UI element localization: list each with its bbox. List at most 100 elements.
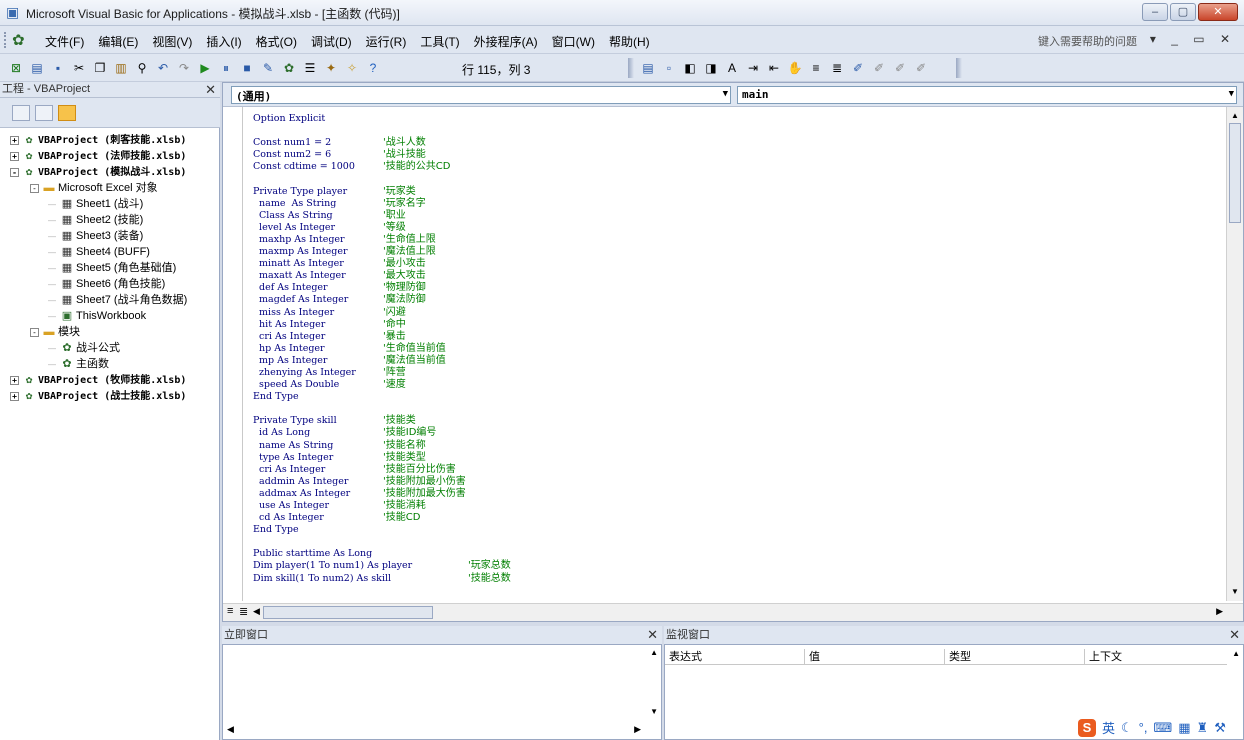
code-line[interactable]: Dim skill(1 To num2) As skill '技能总数 bbox=[253, 573, 1203, 585]
scroll-left-icon[interactable]: ◀ bbox=[253, 606, 260, 617]
copy-icon[interactable]: ❐ bbox=[92, 60, 108, 76]
code-line[interactable] bbox=[253, 536, 1203, 548]
menu-item[interactable]: 工具(T) bbox=[413, 33, 466, 50]
code-line[interactable]: cri As Integer '暴击 bbox=[253, 331, 1203, 343]
menu-item[interactable]: 文件(F) bbox=[38, 33, 91, 50]
code-line[interactable] bbox=[253, 173, 1203, 185]
break-icon[interactable]: ⏸ bbox=[218, 60, 234, 76]
tree-node[interactable]: — ✿ 主函数 bbox=[0, 356, 219, 372]
tree-node[interactable]: + ✿ VBAProject (法师技能.xlsb) bbox=[0, 148, 219, 164]
save-icon[interactable]: ▪ bbox=[50, 60, 66, 76]
punctuation-icon[interactable]: °, bbox=[1139, 720, 1148, 735]
previous-bookmark-icon[interactable]: ✐ bbox=[892, 60, 908, 76]
tree-node[interactable]: — ▦ Sheet3 (装备) bbox=[0, 228, 219, 244]
minimize-button[interactable]: – bbox=[1142, 3, 1168, 21]
project-explorer-icon[interactable]: ✿ bbox=[281, 60, 297, 76]
code-vertical-scrollbar[interactable]: ▲ ▼ bbox=[1226, 107, 1243, 601]
code-line[interactable]: Option Explicit bbox=[253, 113, 1203, 125]
insert-userform-icon[interactable]: ▤ bbox=[29, 60, 45, 76]
scroll-up-icon[interactable]: ▲ bbox=[1232, 649, 1240, 658]
code-line[interactable]: level As Integer '等级 bbox=[253, 222, 1203, 234]
watch-col-value[interactable]: 值 bbox=[805, 649, 945, 665]
code-line[interactable]: mp As Integer '魔法值当前值 bbox=[253, 355, 1203, 367]
indent-icon[interactable]: ⇥ bbox=[745, 60, 761, 76]
close-icon[interactable]: ✕ bbox=[647, 626, 658, 644]
code-line[interactable]: Class As String '职业 bbox=[253, 210, 1203, 222]
code-line[interactable]: zhenying As Integer '阵营 bbox=[253, 367, 1203, 379]
object-browser-icon[interactable]: ✦ bbox=[323, 60, 339, 76]
mdi-window-controls[interactable]: ▾ _ ▭ ✕ bbox=[1150, 32, 1236, 46]
scroll-right-icon[interactable]: ▶ bbox=[1216, 606, 1223, 617]
expand-icon[interactable]: + bbox=[10, 375, 19, 385]
code-line[interactable]: End Type bbox=[253, 524, 1203, 536]
tree-node[interactable]: — ▣ ThisWorkbook bbox=[0, 308, 219, 324]
list-constants-icon[interactable]: ▫ bbox=[661, 60, 677, 76]
code-line[interactable]: Dim player(1 To num1) As player '玩家总数 bbox=[253, 560, 1203, 572]
scroll-right-icon[interactable]: ▶ bbox=[634, 724, 641, 735]
code-line[interactable]: Const num2 = 6 '战斗技能 bbox=[253, 149, 1203, 161]
watch-col-expression[interactable]: 表达式 bbox=[665, 649, 805, 665]
run-icon[interactable]: ▶ bbox=[197, 60, 213, 76]
toggle-bookmark-icon[interactable]: ✐ bbox=[850, 60, 866, 76]
close-icon[interactable]: ✕ bbox=[205, 82, 216, 97]
close-icon[interactable]: ✕ bbox=[1229, 626, 1240, 644]
code-line[interactable]: miss As Integer '闪避 bbox=[253, 307, 1203, 319]
code-line[interactable]: addmin As Integer '技能附加最小伤害 bbox=[253, 476, 1203, 488]
tree-node[interactable]: — ✿ 战斗公式 bbox=[0, 340, 219, 356]
close-button[interactable]: ✕ bbox=[1198, 3, 1238, 21]
maximize-button[interactable]: ▢ bbox=[1170, 3, 1196, 21]
view-excel-icon[interactable]: ⊠ bbox=[8, 60, 24, 76]
list-properties-icon[interactable]: ▤ bbox=[640, 60, 656, 76]
menu-item[interactable]: 运行(R) bbox=[359, 33, 414, 50]
watch-col-context[interactable]: 上下文 bbox=[1085, 649, 1227, 665]
watch-col-type[interactable]: 类型 bbox=[945, 649, 1085, 665]
scroll-left-icon[interactable]: ◀ bbox=[227, 724, 234, 735]
outdent-icon[interactable]: ⇤ bbox=[766, 60, 782, 76]
sogou-logo-icon[interactable]: S bbox=[1078, 718, 1096, 737]
code-line[interactable]: use As Integer '技能消耗 bbox=[253, 500, 1203, 512]
toggle-breakpoint-icon[interactable]: ✋ bbox=[787, 60, 803, 76]
toolbox-icon[interactable]: ✧ bbox=[344, 60, 360, 76]
code-line[interactable]: addmax As Integer '技能附加最大伤害 bbox=[253, 488, 1203, 500]
expand-icon[interactable]: + bbox=[10, 391, 19, 401]
help-icon[interactable]: ? bbox=[365, 60, 381, 76]
code-line[interactable]: type As Integer '技能类型 bbox=[253, 452, 1203, 464]
tree-node[interactable]: - ▬ Microsoft Excel 对象 bbox=[0, 180, 219, 196]
code-line[interactable]: Const num1 = 2 '战斗人数 bbox=[253, 137, 1203, 149]
full-module-view-icon[interactable]: ≣ bbox=[239, 605, 248, 618]
chevron-down-icon[interactable]: ▼ bbox=[1229, 89, 1234, 99]
scroll-down-icon[interactable]: ▼ bbox=[650, 707, 658, 716]
paste-icon[interactable]: ▥ bbox=[113, 60, 129, 76]
code-line[interactable]: magdef As Integer '魔法防御 bbox=[253, 294, 1203, 306]
expand-icon[interactable]: + bbox=[10, 135, 19, 145]
expand-icon[interactable]: + bbox=[10, 151, 19, 161]
code-editor[interactable]: Option Explicit Const num1 = 2 '战斗人数 Const … bbox=[253, 113, 1203, 598]
code-line[interactable]: minatt As Integer '最小攻击 bbox=[253, 258, 1203, 270]
tree-node[interactable]: — ▦ Sheet1 (战斗) bbox=[0, 196, 219, 212]
menu-item[interactable]: 外接程序(A) bbox=[467, 33, 545, 50]
menu-item[interactable]: 窗口(W) bbox=[545, 33, 602, 50]
redo-icon[interactable]: ↷ bbox=[176, 60, 192, 76]
keyboard-icon[interactable]: ⌨ bbox=[1153, 720, 1172, 736]
menu-item[interactable]: 帮助(H) bbox=[602, 33, 657, 50]
tree-node[interactable]: — ▦ Sheet4 (BUFF) bbox=[0, 244, 219, 260]
code-line[interactable]: Const cdtime = 1000 '技能的公共CD bbox=[253, 161, 1203, 173]
code-line[interactable]: speed As Double '速度 bbox=[253, 379, 1203, 391]
find-icon[interactable]: ⚲ bbox=[134, 60, 150, 76]
code-line[interactable]: Public starttime As Long bbox=[253, 548, 1203, 560]
vba-menu-icon[interactable]: ✿ bbox=[12, 31, 25, 49]
tree-node[interactable]: — ▦ Sheet5 (角色基础值) bbox=[0, 260, 219, 276]
code-line[interactable]: maxatt As Integer '最大攻击 bbox=[253, 270, 1203, 282]
tree-node[interactable]: — ▦ Sheet7 (战斗角色数据) bbox=[0, 292, 219, 308]
scroll-thumb[interactable] bbox=[1229, 123, 1241, 223]
code-line[interactable]: cd As Integer '技能CD bbox=[253, 512, 1203, 524]
collapse-icon[interactable]: - bbox=[10, 167, 19, 177]
code-margin[interactable] bbox=[223, 107, 243, 601]
menu-item[interactable]: 编辑(E) bbox=[91, 33, 145, 50]
properties-window-icon[interactable]: ☰ bbox=[302, 60, 318, 76]
view-code-button[interactable] bbox=[12, 105, 30, 121]
procedure-view-icon[interactable]: ≡ bbox=[227, 605, 233, 617]
code-line[interactable]: name As String '技能名称 bbox=[253, 440, 1203, 452]
parameter-info-icon[interactable]: ◨ bbox=[703, 60, 719, 76]
code-line[interactable]: Private Type player '玩家类 bbox=[253, 186, 1203, 198]
